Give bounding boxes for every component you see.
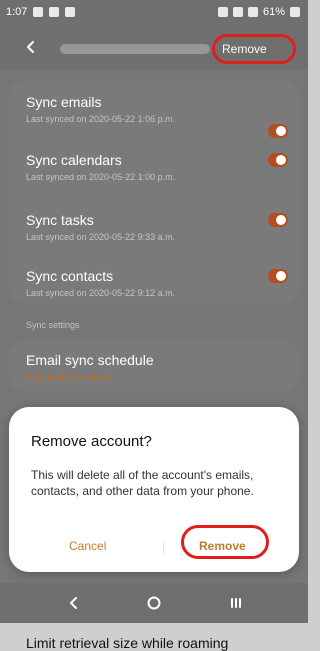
sync-contacts-toggle[interactable] (268, 269, 288, 283)
dialog-divider (163, 541, 164, 555)
email-sync-schedule-subtitle: Auto (when received) (26, 372, 112, 382)
sync-settings-header: Sync settings (26, 320, 80, 330)
sync-emails-title: Sync emails (26, 94, 102, 110)
sync-tasks-title: Sync tasks (26, 212, 94, 228)
sync-contacts-item[interactable]: Sync contacts Last synced on 2020-05-22 … (26, 268, 175, 298)
cancel-button[interactable]: Cancel (69, 539, 106, 553)
nav-home-icon[interactable] (146, 595, 162, 611)
sync-calendars-subtitle: Last synced on 2020-05-22 1:00 p.m. (26, 172, 176, 182)
wifi-icon (232, 7, 243, 17)
sync-calendars-title: Sync calendars (26, 152, 122, 168)
notification-icon (49, 7, 60, 17)
screen: 1:07 61% Remove Sync emails Last synced … (0, 0, 308, 651)
signal-icon (247, 7, 258, 17)
sync-calendars-toggle[interactable] (268, 153, 288, 167)
dialog-title: Remove account? (31, 433, 152, 450)
sync-tasks-item[interactable]: Sync tasks Last synced on 2020-05-22 9:3… (26, 212, 175, 242)
sync-emails-subtitle: Last synced on 2020-05-22 1:06 p.m. (26, 114, 176, 124)
status-right: 61% (217, 6, 300, 18)
sync-emails-item[interactable]: Sync emails Last synced on 2020-05-22 1:… (26, 94, 175, 124)
sync-contacts-title: Sync contacts (26, 268, 114, 284)
confirm-remove-highlight (181, 525, 269, 559)
top-bar: Remove (0, 26, 308, 70)
back-icon[interactable] (24, 40, 38, 54)
sync-emails-toggle[interactable] (268, 124, 288, 138)
status-left: 1:07 (6, 6, 76, 18)
email-sync-schedule-title: Email sync schedule (26, 352, 154, 368)
status-time: 1:07 (6, 6, 28, 18)
status-bar: 1:07 61% (0, 0, 308, 26)
navigation-bar (0, 583, 308, 623)
remove-button-highlight (212, 34, 296, 64)
dialog-message: This will delete all of the account's em… (31, 468, 254, 498)
gallery-icon (33, 7, 44, 17)
sync-contacts-subtitle: Last synced on 2020-05-22 9:12 a.m. (26, 288, 176, 298)
sync-calendars-item[interactable]: Sync calendars Last synced on 2020-05-22… (26, 152, 175, 182)
nav-back-icon[interactable] (66, 595, 82, 611)
limit-retrieval-roaming-item[interactable]: Limit retrieval size while roaming (26, 635, 228, 651)
sync-tasks-subtitle: Last synced on 2020-05-22 9:33 a.m. (26, 232, 176, 242)
alarm-icon (217, 7, 228, 17)
notification-icon (65, 7, 76, 17)
remove-account-dialog: Remove account? This will delete all of … (9, 407, 299, 572)
sync-tasks-toggle[interactable] (268, 213, 288, 227)
nav-recents-icon[interactable] (228, 595, 244, 611)
battery-percent: 61% (262, 6, 285, 18)
battery-icon (290, 7, 300, 17)
account-title (60, 44, 210, 54)
